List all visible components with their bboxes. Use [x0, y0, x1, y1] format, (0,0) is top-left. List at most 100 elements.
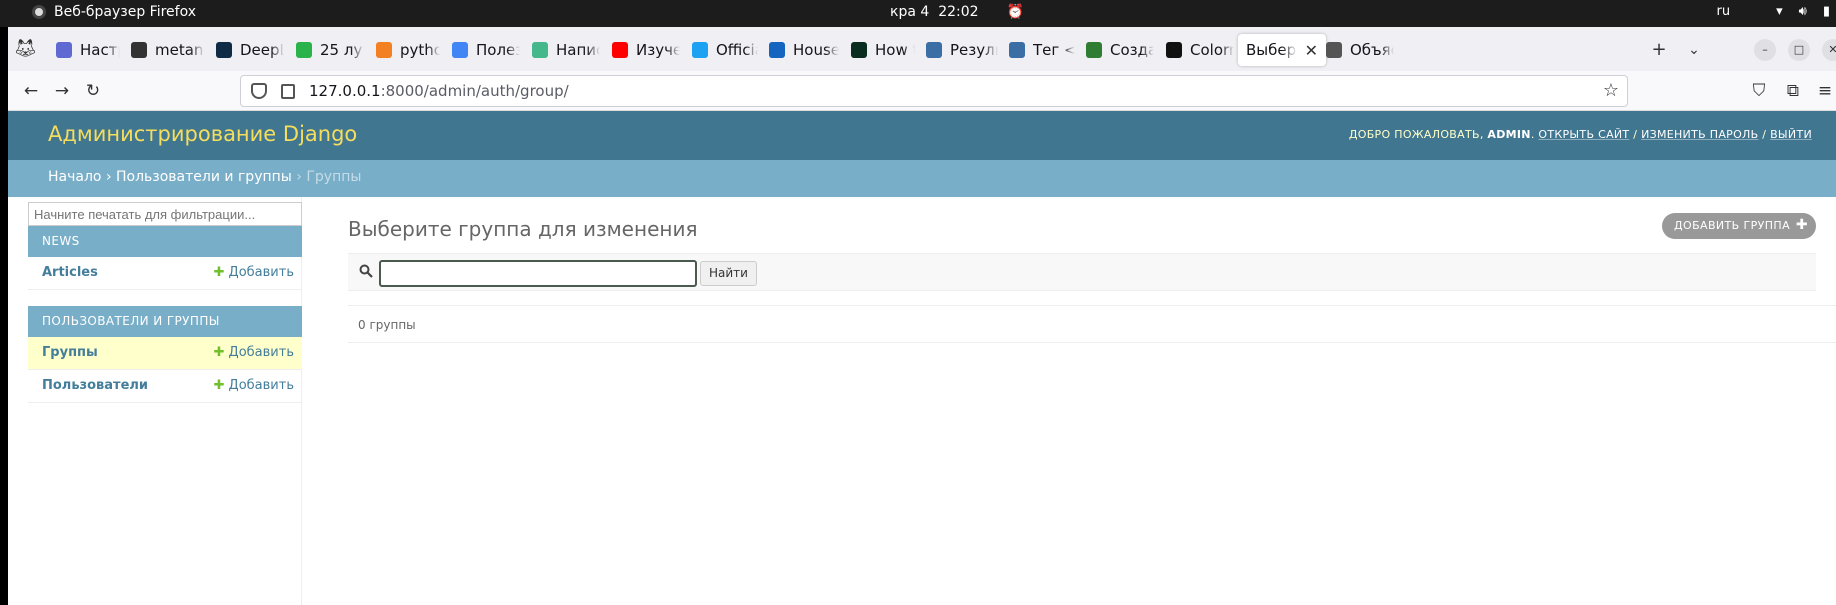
- tab-13[interactable]: Создан: [1078, 34, 1154, 66]
- tab-16[interactable]: Объясн: [1318, 34, 1394, 66]
- module-auth: Пользователи и группы Группы ✚ Добавить П…: [28, 306, 302, 403]
- breadcrumb-home[interactable]: Начало: [48, 169, 101, 185]
- list-all-tabs-icon[interactable]: ⌄: [1683, 39, 1705, 61]
- view-site-link[interactable]: Открыть сайт: [1538, 128, 1629, 141]
- tab-8[interactable]: Official: [684, 34, 758, 66]
- tab-label: metanit: [155, 41, 205, 59]
- activities-app-menu[interactable]: Веб-браузер Firefox: [32, 4, 196, 20]
- tab-14[interactable]: Colorm: [1158, 34, 1234, 66]
- system-tray[interactable]: ru ▾ 🔊︎ ▮: [1717, 4, 1836, 19]
- menu-icon[interactable]: ≡: [1814, 80, 1836, 102]
- tab-9[interactable]: House C: [761, 34, 839, 66]
- tab-label: How to: [875, 41, 915, 59]
- app-name: Веб-браузер Firefox: [54, 4, 197, 20]
- model-row-users: Пользователи ✚ Добавить: [28, 370, 302, 403]
- forward-icon[interactable]: →: [51, 80, 73, 102]
- plus-icon: ✚: [1795, 217, 1808, 233]
- model-link-articles[interactable]: Articles: [42, 265, 98, 280]
- maximize-icon[interactable]: □: [1788, 39, 1810, 61]
- user-tools: Добро пожаловать, admin. Открыть сайт / …: [1348, 128, 1812, 141]
- gear-icon: [926, 42, 942, 58]
- tab-label: Official: [716, 41, 758, 59]
- tab-label: Выбери: [1246, 41, 1297, 59]
- tab-2[interactable]: DeepL T: [208, 34, 284, 66]
- changelist-content: Выберите группа для изменения Добавить г…: [348, 197, 1836, 605]
- django-admin-page: Администрирование Django Добро пожаловат…: [8, 111, 1836, 605]
- clock[interactable]: кра 4 22:02 ⏰: [890, 4, 1024, 20]
- model-row-articles: Articles ✚ Добавить: [28, 257, 302, 290]
- search-input[interactable]: [379, 260, 697, 287]
- new-tab-icon[interactable]: +: [1648, 39, 1670, 61]
- dice-icon: [1166, 42, 1182, 58]
- username: admin: [1487, 128, 1531, 141]
- breadcrumb-app[interactable]: Пользователи и группы: [116, 169, 292, 185]
- module-caption[interactable]: Пользователи и группы: [28, 306, 302, 337]
- tab-label: 25 лучш: [320, 41, 364, 59]
- add-groups-link[interactable]: ✚ Добавить: [214, 345, 294, 360]
- add-users-link[interactable]: ✚ Добавить: [214, 378, 294, 393]
- m-icon: [131, 42, 147, 58]
- tab-5[interactable]: Полезн: [444, 34, 520, 66]
- firefox-view-icon[interactable]: 🦊︎: [14, 38, 37, 60]
- tab-11[interactable]: Резуль: [918, 34, 998, 66]
- back-icon[interactable]: ←: [20, 80, 42, 102]
- search-icon: [359, 264, 373, 278]
- keyboard-layout[interactable]: ru: [1717, 4, 1731, 19]
- url-bar[interactable]: 127.0.0.1:8000/admin/auth/group/ ☆: [240, 75, 1628, 107]
- youtube-icon: [612, 42, 628, 58]
- pocket-icon[interactable]: ⛉: [1748, 80, 1770, 102]
- url-text[interactable]: 127.0.0.1:8000/admin/auth/group/: [309, 82, 569, 100]
- add-articles-link[interactable]: ✚ Добавить: [214, 265, 294, 280]
- reload-icon[interactable]: ↻: [82, 80, 104, 102]
- close-window-icon[interactable]: ✕: [1822, 39, 1836, 61]
- model-row-groups: Группы ✚ Добавить: [28, 337, 302, 370]
- date-time: кра 4 22:02: [890, 4, 979, 20]
- stackoverflow-icon: [376, 42, 392, 58]
- module-news: News Articles ✚ Добавить: [28, 226, 302, 290]
- tab-0[interactable]: Настро: [48, 34, 120, 66]
- image-icon: [1326, 42, 1342, 58]
- model-link-groups[interactable]: Группы: [42, 345, 98, 360]
- gear-icon: [1009, 42, 1025, 58]
- search-button[interactable]: Найти: [700, 261, 757, 286]
- tab-strip: 🦊︎ Настро metanit DeepL T 25 лучш python Поле…: [8, 27, 1836, 71]
- navigation-bar: ← → ↻ 127.0.0.1:8000/admin/auth/group/ ☆…: [8, 71, 1836, 111]
- shield-icon[interactable]: [251, 83, 267, 99]
- tab-7[interactable]: Изучен: [604, 34, 680, 66]
- tab-12[interactable]: Тег <div: [1001, 34, 1075, 66]
- volume-icon: 🔊︎: [1798, 4, 1807, 19]
- breadcrumb-current: Группы: [306, 169, 362, 185]
- tab-label: Резуль: [950, 41, 998, 59]
- module-caption[interactable]: News: [28, 226, 302, 257]
- tab-label: Colorm: [1190, 41, 1234, 59]
- tab-10[interactable]: How to: [843, 34, 915, 66]
- docs-icon: [452, 42, 468, 58]
- add-icon: ✚: [213, 345, 225, 360]
- search-toolbar: Найти: [348, 253, 1816, 291]
- extensions-icon[interactable]: ⧉: [1782, 80, 1804, 102]
- tab-4[interactable]: python: [368, 34, 440, 66]
- nav-filter-input[interactable]: [28, 202, 302, 226]
- tab-3[interactable]: 25 лучш: [288, 34, 364, 66]
- settings-icon: [56, 42, 72, 58]
- nav-sidebar: News Articles ✚Добавить Пользователи и г…: [26, 197, 302, 605]
- firefox-window: 🦊︎ Настро metanit DeepL T 25 лучш python Поле…: [8, 27, 1836, 605]
- tab-label: Настро: [80, 41, 120, 59]
- leaf-icon: [296, 42, 312, 58]
- bootstrap-icon: [692, 42, 708, 58]
- change-password-link[interactable]: Изменить пароль: [1641, 128, 1758, 141]
- add-group-button[interactable]: Добавить группа ✚: [1662, 213, 1816, 239]
- tab-6[interactable]: Написа: [524, 34, 600, 66]
- tab-15[interactable]: Выбери✕: [1238, 34, 1326, 66]
- tab-1[interactable]: metanit: [123, 34, 205, 66]
- minimize-icon[interactable]: –: [1754, 39, 1776, 61]
- model-link-users[interactable]: Пользователи: [42, 378, 148, 393]
- logout-link[interactable]: Выйти: [1770, 128, 1812, 141]
- wifi-icon: ▾: [1776, 4, 1783, 19]
- site-name[interactable]: Администрирование Django: [48, 122, 357, 146]
- alarm-icon: ⏰: [1006, 4, 1024, 20]
- bookmark-star-icon[interactable]: ☆: [1603, 80, 1619, 101]
- page-info-icon[interactable]: [281, 83, 295, 99]
- tab-label: House C: [793, 41, 839, 59]
- tab-label: Создан: [1110, 41, 1154, 59]
